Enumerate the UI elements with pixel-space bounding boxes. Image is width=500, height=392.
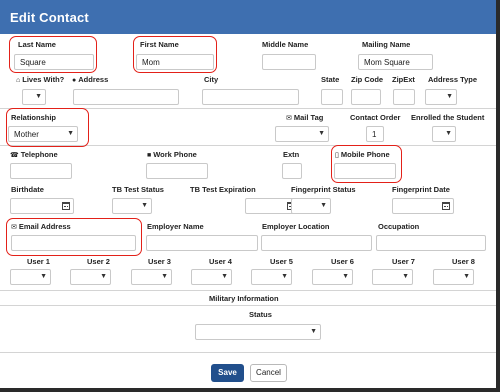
telephone-label: ☎ Telephone: [10, 150, 58, 159]
section-divider: [0, 305, 496, 306]
phone-icon: ☎: [10, 152, 19, 159]
save-button[interactable]: Save: [211, 364, 244, 382]
chevron-down-icon: ▼: [445, 130, 452, 137]
dialog-titlebar: Edit Contact: [0, 0, 496, 34]
tb-test-status-select[interactable]: ▼: [112, 198, 152, 214]
cancel-button[interactable]: Cancel: [250, 364, 287, 382]
user-6-select[interactable]: ▼: [312, 269, 353, 285]
chevron-down-icon: ▼: [161, 273, 168, 280]
user-7-label: User 7: [392, 257, 415, 266]
user-3-label: User 3: [148, 257, 171, 266]
highlight-email-address: [6, 218, 142, 256]
occupation-label: Occupation: [378, 222, 420, 231]
user-8-select[interactable]: ▼: [433, 269, 474, 285]
user-5-label: User 5: [270, 257, 293, 266]
city-input[interactable]: [202, 89, 299, 105]
chevron-down-icon: ▼: [318, 130, 325, 137]
work-phone-label: ■ Work Phone: [147, 150, 197, 159]
chevron-down-icon: ▼: [310, 328, 317, 335]
address-label: ● Address: [72, 75, 109, 84]
fingerprint-status-label: Fingerprint Status: [291, 185, 356, 194]
mail-tag-select[interactable]: ▼: [275, 126, 329, 142]
highlight-relationship: [6, 108, 89, 147]
chevron-down-icon: ▼: [35, 93, 42, 100]
mailing-name-input[interactable]: Mom Square: [358, 54, 433, 70]
dialog-title: Edit Contact: [10, 10, 89, 25]
address-type-select[interactable]: ▼: [425, 89, 457, 105]
zipext-label: ZipExt: [392, 75, 415, 84]
user-3-select[interactable]: ▼: [131, 269, 172, 285]
work-phone-input[interactable]: [146, 163, 208, 179]
enrolled-student-select[interactable]: ▼: [432, 126, 456, 142]
address-type-label: Address Type: [428, 75, 478, 84]
birthdate-label: Birthdate: [11, 185, 44, 194]
chevron-down-icon: ▼: [402, 273, 409, 280]
chevron-down-icon: ▼: [463, 273, 470, 280]
state-input[interactable]: [321, 89, 343, 105]
telephone-input[interactable]: [10, 163, 72, 179]
zip-code-label: Zip Code: [351, 75, 384, 84]
occupation-input[interactable]: [376, 235, 486, 251]
user-2-label: User 2: [87, 257, 110, 266]
user-4-label: User 4: [209, 257, 232, 266]
lives-with-select[interactable]: ▼: [22, 89, 46, 105]
military-status-select[interactable]: ▼: [195, 324, 321, 340]
employer-name-input[interactable]: [146, 235, 258, 251]
military-info-title: Military Information: [209, 294, 279, 303]
user-1-label: User 1: [27, 257, 50, 266]
envelope-icon: ✉: [286, 115, 292, 122]
user-8-label: User 8: [452, 257, 475, 266]
city-label: City: [204, 75, 219, 84]
address-input[interactable]: [73, 89, 179, 105]
employer-location-label: Employer Location: [262, 222, 330, 231]
calendar-icon[interactable]: [62, 202, 70, 210]
state-label: State: [321, 75, 340, 84]
chevron-down-icon: ▼: [281, 273, 288, 280]
user-6-label: User 6: [331, 257, 354, 266]
chevron-down-icon: ▼: [320, 202, 327, 209]
mail-tag-label: ✉ Mail Tag: [286, 113, 324, 122]
user-7-select[interactable]: ▼: [372, 269, 413, 285]
employer-name-label: Employer Name: [147, 222, 204, 231]
employer-location-input[interactable]: [261, 235, 372, 251]
home-icon: ⌂: [16, 77, 21, 84]
building-icon: ■: [147, 152, 152, 159]
fingerprint-date-picker[interactable]: [392, 198, 454, 214]
edit-contact-dialog: Edit Contact Last Name Square First Name…: [0, 0, 500, 392]
user-4-select[interactable]: ▼: [191, 269, 232, 285]
calendar-icon[interactable]: [442, 202, 450, 210]
zip-code-input[interactable]: [351, 89, 381, 105]
map-marker-icon: ●: [72, 77, 77, 84]
birthdate-picker[interactable]: [10, 198, 74, 214]
extn-input[interactable]: [282, 163, 302, 179]
user-5-select[interactable]: ▼: [251, 269, 292, 285]
fingerprint-status-select[interactable]: ▼: [291, 198, 331, 214]
fingerprint-date-label: Fingerprint Date: [392, 185, 450, 194]
contact-order-input[interactable]: 1: [366, 126, 384, 142]
middle-name-input[interactable]: [262, 54, 316, 70]
tb-test-status-label: TB Test Status: [112, 185, 164, 194]
contact-order-label: Contact Order: [350, 113, 401, 122]
footer-divider: [0, 352, 496, 353]
enrolled-student-label: Enrolled the Student: [411, 113, 485, 122]
mailing-name-label: Mailing Name: [362, 40, 411, 49]
military-status-label: Status: [249, 310, 272, 319]
section-divider: [0, 290, 496, 291]
chevron-down-icon: ▼: [446, 93, 453, 100]
zipext-input[interactable]: [393, 89, 415, 105]
user-1-select[interactable]: ▼: [10, 269, 51, 285]
lives-with-label: ⌂ Lives With?: [16, 75, 65, 84]
chevron-down-icon: ▼: [40, 273, 47, 280]
extn-label: Extn: [283, 150, 300, 159]
highlight-first-name: [133, 36, 217, 73]
chevron-down-icon: ▼: [342, 273, 349, 280]
chevron-down-icon: ▼: [141, 202, 148, 209]
highlight-last-name: [9, 36, 97, 73]
user-2-select[interactable]: ▼: [70, 269, 111, 285]
middle-name-label: Middle Name: [262, 40, 309, 49]
highlight-mobile-phone: [331, 145, 402, 183]
tb-test-expiration-label: TB Test Expiration: [190, 185, 256, 194]
chevron-down-icon: ▼: [221, 273, 228, 280]
chevron-down-icon: ▼: [100, 273, 107, 280]
